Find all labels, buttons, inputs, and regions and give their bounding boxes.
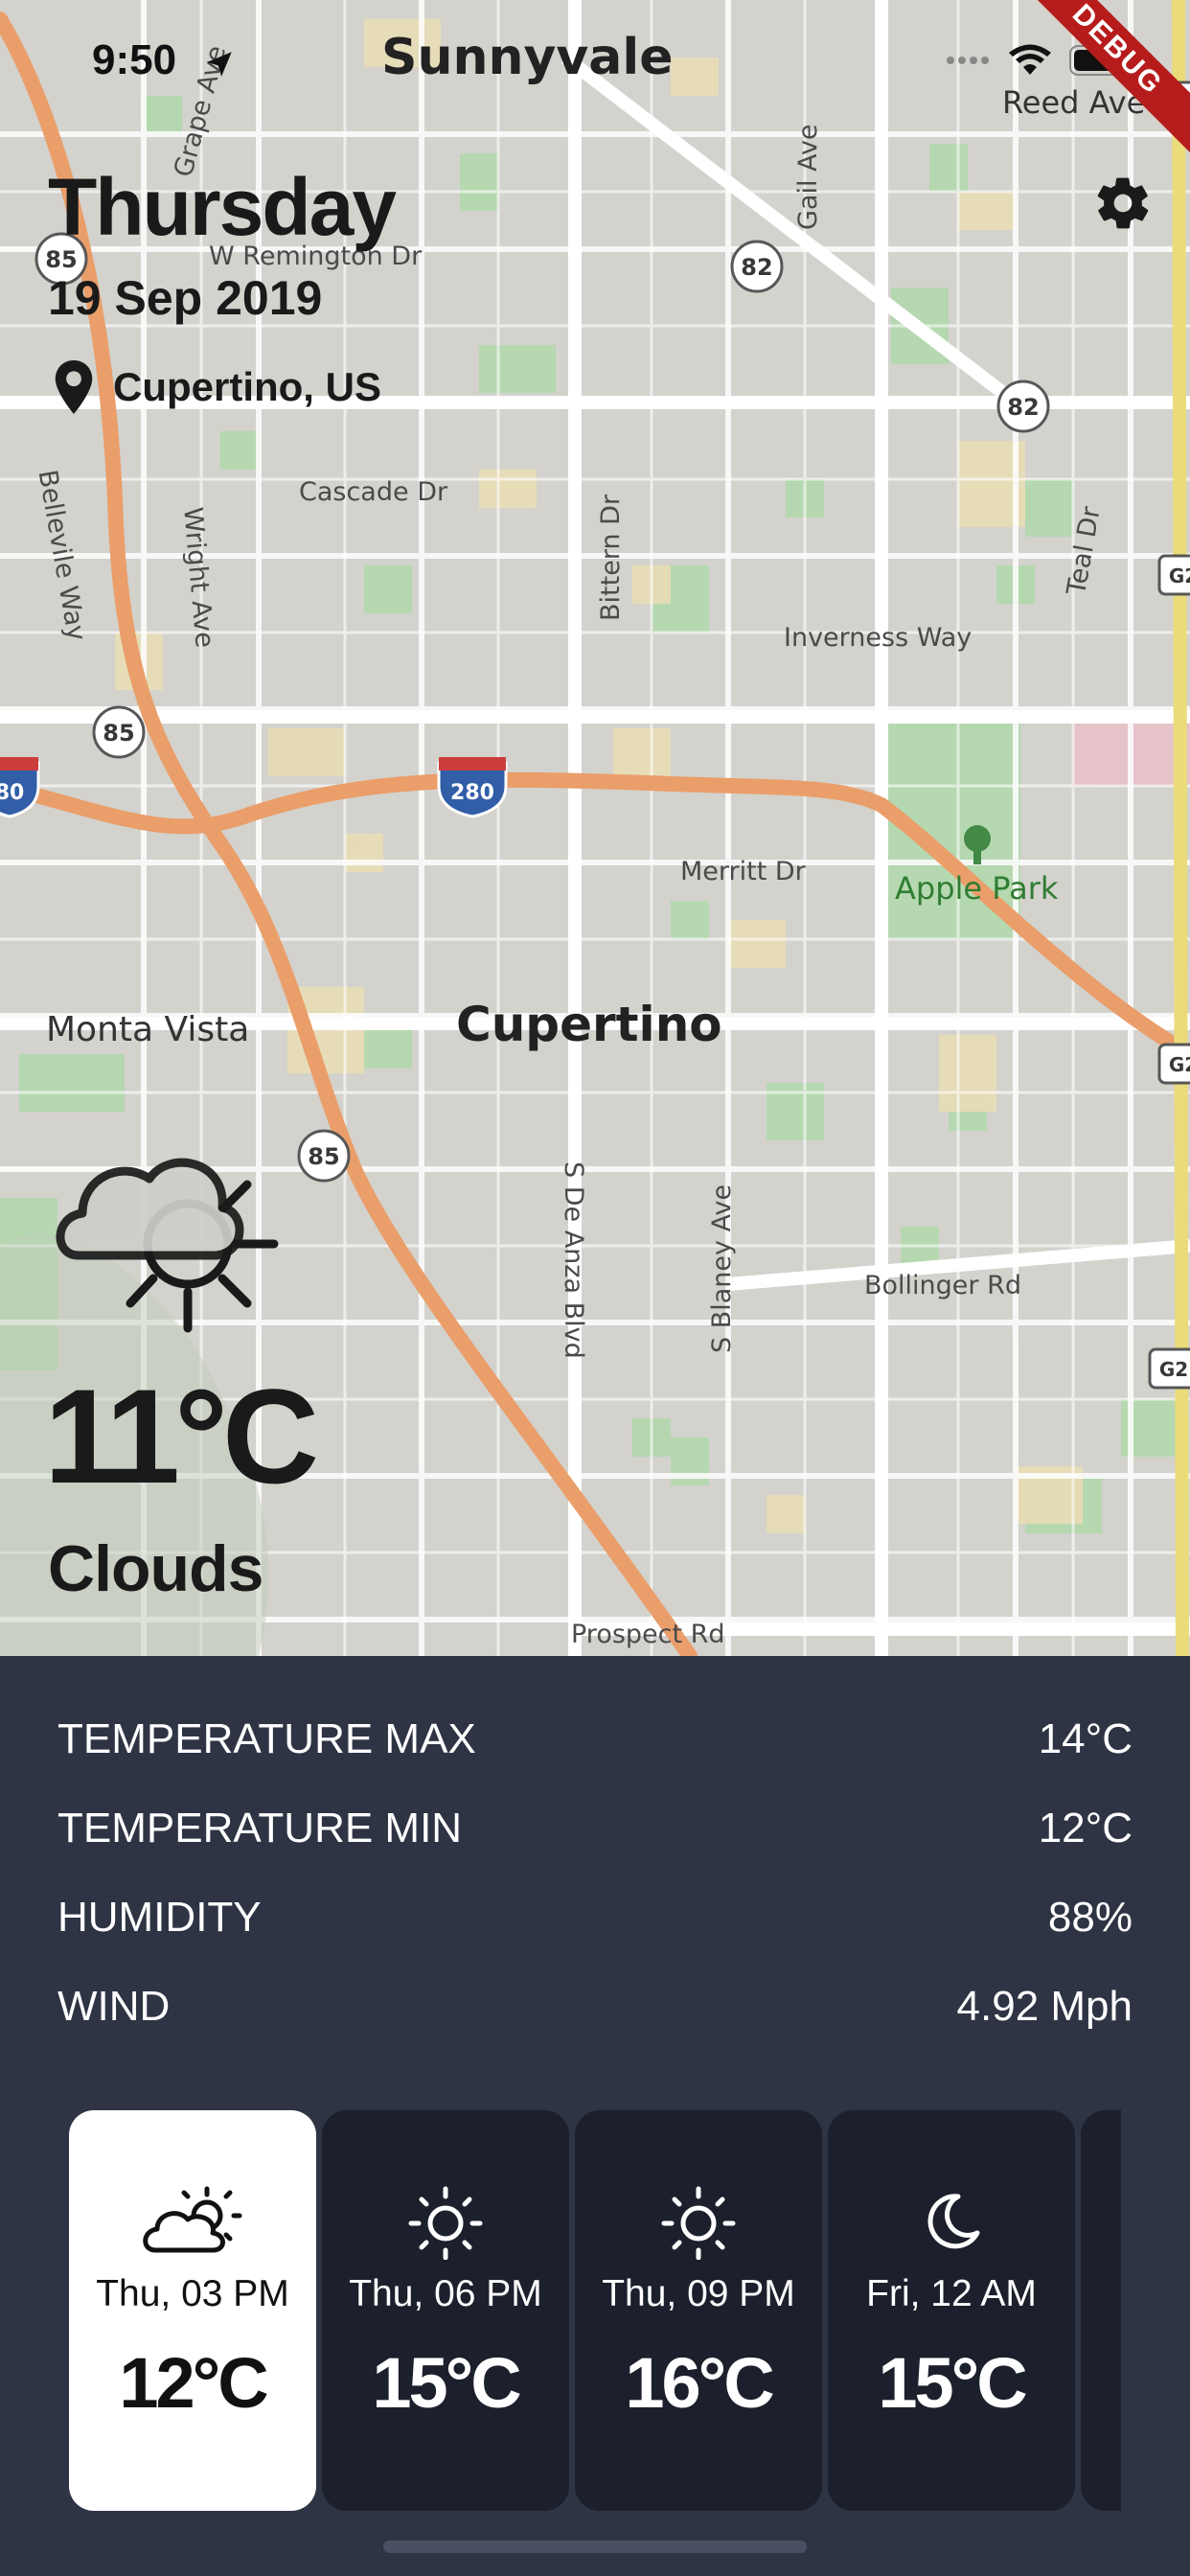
detail-value: 12°C (1038, 1805, 1133, 1852)
detail-value: 88% (1047, 1894, 1133, 1941)
hourly-forecast-list[interactable]: Thu, 03 PM 12°C Thu, 06 PM 15°C Thu, 09 … (69, 2110, 1121, 2511)
current-temperature: 11°C (44, 1361, 319, 1511)
moon-icon (927, 2194, 980, 2249)
detail-value: 14°C (1038, 1715, 1133, 1762)
map-label-reed-ave: Reed Ave (1002, 84, 1146, 121)
forecast-temp: 15°C (878, 2343, 1027, 2423)
map-label-inverness-way: Inverness Way (784, 623, 973, 653)
forecast-time: Thu, 09 PM (602, 2273, 795, 2314)
detail-label: TEMPERATURE MAX (57, 1715, 476, 1762)
forecast-temp: 16°C (625, 2343, 774, 2423)
cellular-signal-icon (947, 57, 989, 64)
cloud-sun-icon (56, 1158, 279, 1333)
map-label-prospect-rd: Prospect Rd (571, 1620, 725, 1649)
forecast-time: Fri, 12 AM (866, 2273, 1037, 2314)
map-label-gail-ave: Gail Ave (793, 124, 823, 230)
sun-icon (661, 2186, 736, 2260)
forecast-card[interactable]: Thu, 09 PM 16°C (575, 2110, 822, 2511)
settings-gear-icon[interactable] (1092, 172, 1154, 234)
detail-label: WIND (57, 1983, 171, 2030)
wifi-icon (1009, 44, 1051, 75)
map-label-s-de-anza: S De Anza Blvd (559, 1162, 588, 1359)
forecast-card[interactable]: Thu, 03 PM 12°C (69, 2110, 316, 2511)
weather-condition: Clouds (48, 1532, 263, 1605)
forecast-card[interactable]: F (1081, 2110, 1121, 2511)
cloud-sun-icon (143, 2186, 242, 2253)
detail-row-wind: WIND 4.92 Mph (57, 1983, 1133, 2031)
sun-icon (408, 2186, 483, 2260)
map-label-bittern-dr: Bittern Dr (596, 494, 626, 621)
current-date: 19 Sep 2019 (48, 271, 323, 325)
location-pin-icon (55, 360, 93, 414)
status-bar-time: 9:50 (92, 36, 177, 83)
detail-label: HUMIDITY (57, 1894, 262, 1941)
location-arrow-icon (207, 52, 232, 77)
map-label-sunnyvale: Sunnyvale (381, 29, 674, 86)
forecast-card[interactable]: Fri, 12 AM 15°C (828, 2110, 1075, 2511)
map-label-cupertino: Cupertino (456, 997, 722, 1052)
detail-row-temp-min: TEMPERATURE MIN 12°C (57, 1805, 1133, 1852)
map-label-s-blaney: S Blaney Ave (707, 1184, 737, 1353)
forecast-time: Thu, 06 PM (349, 2273, 542, 2314)
forecast-temp: 15°C (372, 2343, 521, 2423)
location-row[interactable]: Cupertino, US (54, 358, 381, 416)
detail-label: TEMPERATURE MIN (57, 1805, 463, 1852)
home-indicator[interactable] (383, 2541, 807, 2553)
detail-row-humidity: HUMIDITY 88% (57, 1894, 1133, 1942)
forecast-temp: 12°C (119, 2343, 268, 2423)
map-label-merritt-dr: Merritt Dr (680, 857, 806, 886)
map-label-apple-park: Apple Park (895, 870, 1059, 907)
day-of-week: Thursday (48, 162, 397, 252)
map-label-monta-vista: Monta Vista (46, 1010, 250, 1049)
detail-row-temp-max: TEMPERATURE MAX 14°C (57, 1715, 1133, 1763)
map-label-bollinger-rd: Bollinger Rd (864, 1271, 1021, 1300)
forecast-card[interactable]: Thu, 06 PM 15°C (322, 2110, 569, 2511)
location-label: Cupertino, US (113, 364, 381, 409)
forecast-time: Thu, 03 PM (96, 2273, 289, 2314)
map-label-cascade-dr: Cascade Dr (299, 477, 448, 507)
detail-value: 4.92 Mph (956, 1983, 1133, 2030)
